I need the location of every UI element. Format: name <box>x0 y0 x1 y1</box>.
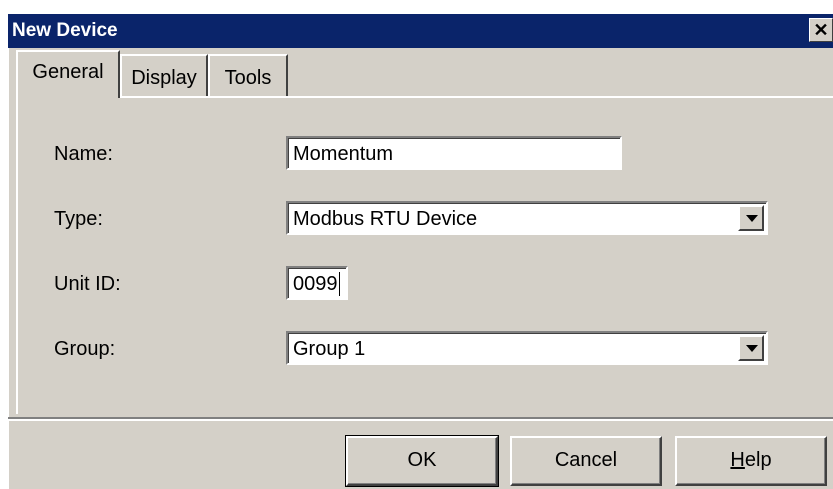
close-button[interactable]: ✕ <box>809 18 833 42</box>
cancel-button[interactable]: Cancel <box>510 436 662 486</box>
footer-divider <box>8 417 833 421</box>
general-tab-panel <box>16 96 833 414</box>
close-icon: ✕ <box>813 20 829 40</box>
new-device-dialog: New Device ✕ General Display Tools Name:… <box>8 14 833 489</box>
tab-display[interactable]: Display <box>120 54 208 98</box>
title-bar[interactable]: New Device ✕ <box>8 14 833 48</box>
ok-button[interactable]: OK <box>345 435 499 487</box>
help-button[interactable]: Help <box>675 436 827 486</box>
tab-tools[interactable]: Tools <box>208 54 288 98</box>
window-title: New Device <box>12 20 118 41</box>
tab-general[interactable]: General <box>16 50 120 98</box>
